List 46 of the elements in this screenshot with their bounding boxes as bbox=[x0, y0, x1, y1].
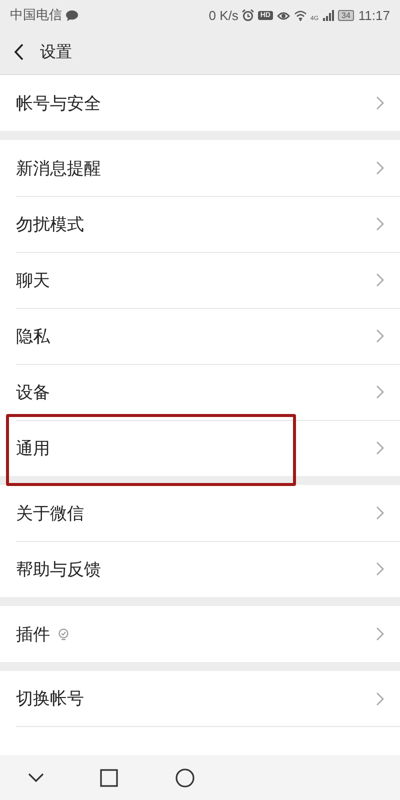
page-title: 设置 bbox=[40, 42, 72, 62]
item-label: 新消息提醒 bbox=[16, 158, 101, 180]
settings-item[interactable]: 设备 bbox=[0, 364, 400, 420]
circle-icon bbox=[174, 768, 195, 788]
item-label: 帮助与反馈 bbox=[16, 558, 101, 580]
item-label: 通用 bbox=[16, 438, 50, 460]
chat-bubble-icon bbox=[66, 10, 78, 20]
settings-item[interactable]: 勿扰模式 bbox=[0, 196, 400, 252]
wifi-icon bbox=[294, 10, 306, 20]
eye-icon bbox=[276, 10, 290, 20]
item-label: 切换帐号 bbox=[16, 688, 84, 710]
settings-item[interactable]: 隐私 bbox=[0, 308, 400, 364]
settings-item[interactable]: 通用 bbox=[0, 420, 400, 476]
square-icon bbox=[100, 768, 118, 786]
item-label: 聊天 bbox=[16, 270, 50, 292]
signal-icon bbox=[322, 10, 334, 20]
chevron-right-icon bbox=[376, 562, 384, 576]
chevron-right-icon bbox=[376, 217, 384, 231]
carrier-name: 中国电信 bbox=[10, 6, 62, 24]
clock-time: 11:17 bbox=[358, 8, 390, 22]
settings-item[interactable]: 新消息提醒 bbox=[0, 140, 400, 196]
item-label: 帐号与安全 bbox=[16, 92, 101, 114]
chevron-right-icon bbox=[376, 273, 384, 287]
chevron-right-icon bbox=[376, 692, 384, 706]
chevron-right-icon bbox=[376, 329, 384, 343]
item-label: 设备 bbox=[16, 382, 50, 404]
chevron-right-icon bbox=[376, 96, 384, 110]
settings-item[interactable]: 帐号与安全 bbox=[0, 75, 400, 131]
battery-level: 34 bbox=[338, 10, 354, 20]
settings-item[interactable]: 聊天 bbox=[0, 252, 400, 308]
chevron-right-icon bbox=[376, 627, 384, 641]
network-speed: 0 K/s bbox=[208, 8, 238, 22]
chevron-right-icon bbox=[376, 506, 384, 520]
back-icon bbox=[14, 43, 24, 61]
chevron-down-icon bbox=[28, 772, 44, 782]
item-label: 插件 bbox=[16, 624, 50, 646]
chevron-right-icon bbox=[376, 161, 384, 175]
chevron-right-icon bbox=[376, 385, 384, 399]
settings-item[interactable]: 关于微信 bbox=[0, 485, 400, 541]
alarm-clock-icon bbox=[242, 9, 254, 21]
settings-item[interactable]: 插件 bbox=[0, 606, 400, 662]
item-label: 隐私 bbox=[16, 326, 50, 348]
item-label: 勿扰模式 bbox=[16, 214, 84, 236]
settings-item[interactable]: 帮助与反馈 bbox=[0, 541, 400, 597]
chevron-right-icon bbox=[376, 441, 384, 455]
item-label: 关于微信 bbox=[16, 502, 84, 524]
